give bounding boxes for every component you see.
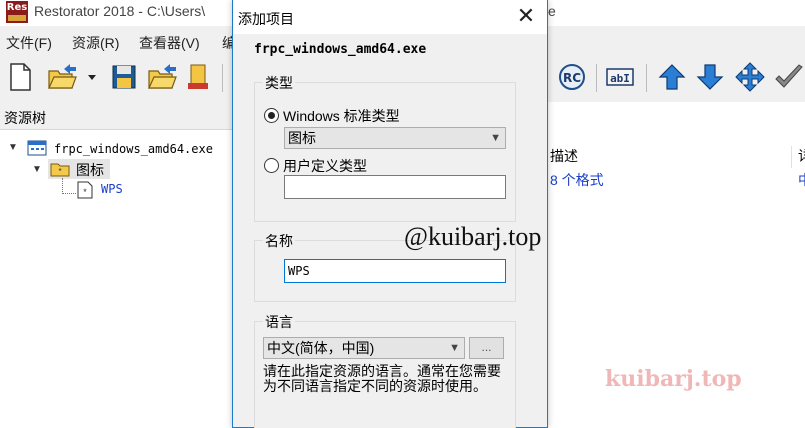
watermark-primary: @kuibarj.top (404, 222, 542, 251)
custom-type-input[interactable] (284, 175, 506, 199)
language-help-text: 请在此指定资源的语言。通常在您需要为不同语言指定不同的资源时使用。 (263, 363, 501, 394)
app-logo-text: Res (6, 2, 28, 13)
radio-standard-type[interactable] (264, 108, 279, 123)
watermark-secondary: kuibarj.top (605, 366, 742, 392)
svg-text:*: * (58, 167, 61, 176)
open-folder-icon[interactable] (46, 61, 78, 93)
expand-root-icon[interactable]: ▼ (8, 142, 18, 153)
new-file-icon[interactable] (4, 61, 36, 93)
app-logo-icon: Res (6, 1, 28, 23)
radio-custom-label[interactable]: 用户定义类型 (283, 156, 367, 176)
save-icon[interactable] (108, 61, 140, 93)
list-row-description[interactable]: 8 个格式 (550, 170, 604, 190)
dialog-filename: frpc_windows_amd64.exe (254, 42, 427, 57)
dialog-titlebar: 添加项目 ✕ (233, 0, 547, 34)
tree-folder-icons[interactable]: 图标 (76, 160, 104, 180)
properties-icon[interactable] (184, 61, 216, 93)
dropdown-arrow-icon[interactable] (84, 61, 100, 93)
radio-standard-label[interactable]: Windows 标准类型 (283, 106, 400, 126)
folder-icon: * (50, 163, 70, 177)
add-item-dialog: 添加项目 ✕ frpc_windows_amd64.exe 类型 Windows… (232, 0, 548, 428)
resource-tree-header: 资源树 (0, 102, 232, 130)
resource-tree[interactable]: ▼ frpc_windows_amd64.exe ▼ * 图标 * WPS (0, 130, 232, 428)
column-description[interactable]: 描述 (550, 146, 578, 166)
resource-tree-title: 资源树 (4, 110, 46, 126)
type-group-label: 类型 (263, 73, 295, 93)
language-group-label: 语言 (263, 312, 295, 332)
rc-icon[interactable]: RC (556, 61, 588, 93)
icon-resource-icon: * (77, 181, 93, 199)
rc-label: RC (563, 71, 581, 85)
standard-type-value: 图标 (288, 130, 316, 146)
type-group: 类型 Windows 标准类型 图标 ▼ 用户定义类型 (254, 73, 516, 222)
open-folder-alt-icon[interactable] (146, 61, 178, 93)
menu-viewer[interactable]: 查看器(V) (139, 33, 200, 53)
language-more-button[interactable]: ... (469, 337, 504, 359)
close-icon[interactable]: ✕ (508, 4, 544, 30)
checkmark-icon[interactable] (772, 61, 804, 93)
language-select[interactable]: 中文(简体，中国) ▼ (263, 337, 465, 359)
name-group-label: 名称 (263, 231, 295, 251)
expand-icons-folder-icon[interactable]: ▼ (32, 164, 42, 175)
language-group: 语言 中文(简体，中国) ▼ ... 请在此指定资源的语言。通常在您需要为不同语… (254, 312, 516, 428)
name-input[interactable]: WPS (284, 259, 506, 283)
standard-type-select[interactable]: 图标 ▼ (284, 127, 506, 149)
chevron-down-icon: ▼ (449, 342, 460, 354)
chevron-down-icon: ▼ (490, 132, 501, 144)
list-header: 描述 详 (547, 146, 805, 170)
window-title-tail: e (548, 3, 556, 19)
language-value: 中文(简体，中国) (267, 340, 375, 356)
tree-root-item[interactable]: frpc_windows_amd64.exe (54, 142, 213, 156)
abi-label: abI (610, 72, 630, 85)
window-title: Restorator 2018 - C:\Users\ (34, 3, 206, 19)
tree-item-wps[interactable]: WPS (101, 182, 123, 196)
move-arrows-icon[interactable] (734, 61, 766, 93)
svg-text:*: * (83, 187, 87, 197)
arrow-up-icon[interactable] (656, 61, 688, 93)
list-row-details[interactable]: 中 (798, 170, 805, 190)
radio-custom-type[interactable] (264, 158, 279, 173)
exe-file-icon (27, 140, 47, 156)
menu-resource[interactable]: 资源(R) (72, 33, 119, 53)
arrow-down-icon[interactable] (694, 61, 726, 93)
dialog-title: 添加项目 (238, 11, 294, 27)
column-details[interactable]: 详 (798, 146, 805, 166)
menu-file[interactable]: 文件(F) (6, 33, 52, 53)
text-edit-icon[interactable]: abI (604, 61, 636, 93)
